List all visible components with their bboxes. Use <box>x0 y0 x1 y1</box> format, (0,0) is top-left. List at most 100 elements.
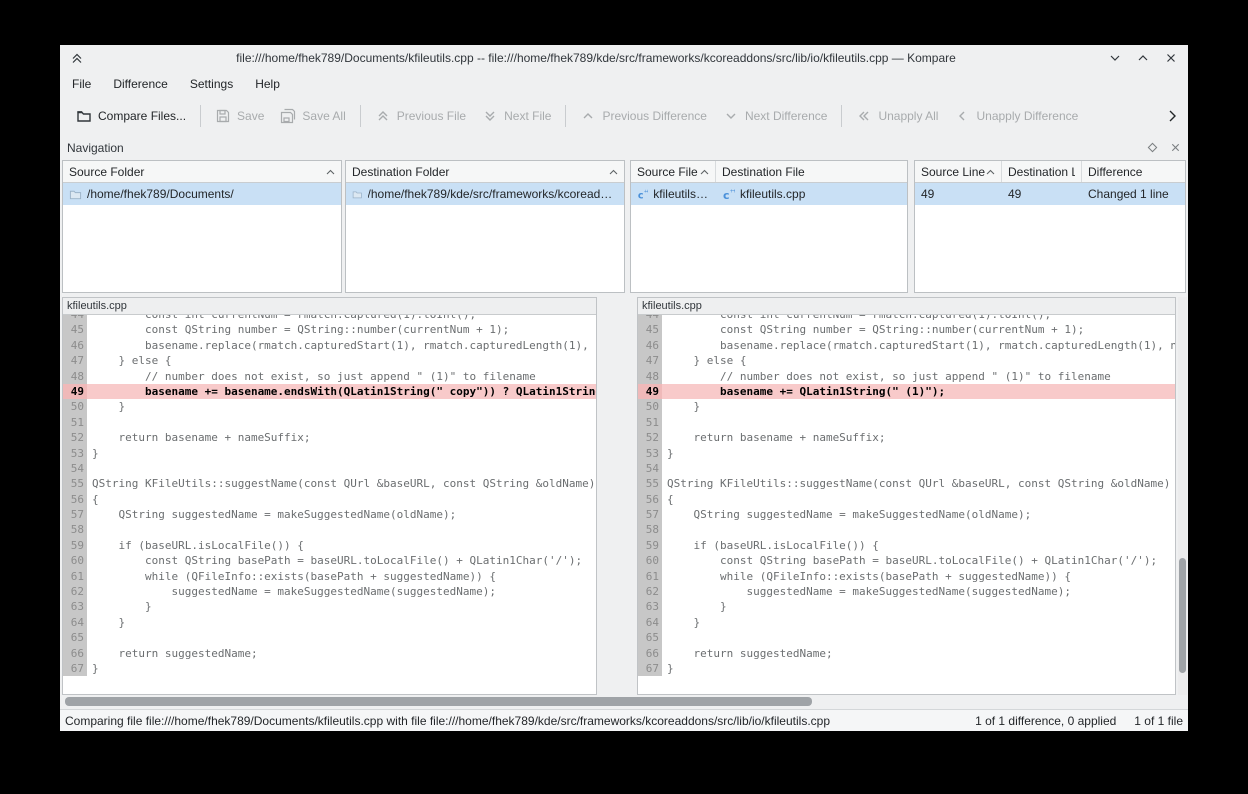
code-line: 58 <box>63 522 596 537</box>
previous-file-label: Previous File <box>397 109 466 123</box>
previous-file-button[interactable]: Previous File <box>367 101 474 131</box>
chevron-double-up-icon <box>375 108 391 124</box>
save-button[interactable]: Save <box>207 101 272 131</box>
line-text: } <box>662 399 1175 414</box>
destination-code-view[interactable]: 44 const int currentNum = rmatch.capture… <box>638 315 1175 694</box>
difference-column-header[interactable]: Difference <box>1082 161 1185 182</box>
line-number: 66 <box>63 646 87 661</box>
code-line: 61 while (QFileInfo::exists(basePath + s… <box>63 569 596 584</box>
line-number: 55 <box>638 476 662 491</box>
line-number: 54 <box>638 461 662 476</box>
code-line: 54 <box>63 461 596 476</box>
destination-folder-row[interactable]: /home/fhek789/kde/src/frameworks/kcoread… <box>346 183 624 205</box>
navigation-dock-header: Navigation <box>60 135 1188 160</box>
minimize-button[interactable] <box>1108 51 1122 65</box>
unapply-difference-button[interactable]: Unapply Difference <box>946 101 1086 131</box>
line-number: 59 <box>63 538 87 553</box>
menu-help[interactable]: Help <box>255 77 280 91</box>
line-text: QString suggestedName = makeSuggestedNam… <box>662 507 1175 522</box>
code-line: 59 if (baseURL.isLocalFile()) { <box>63 538 596 553</box>
line-number: 50 <box>63 399 87 414</box>
next-file-button[interactable]: Next File <box>474 101 559 131</box>
destination-panel-title: kfileutils.cpp <box>638 298 1175 315</box>
code-line: 47 } else { <box>638 353 1175 368</box>
line-number: 49 <box>63 384 87 399</box>
code-line: 53 } <box>63 446 596 461</box>
destination-diff-panel: kfileutils.cpp 44 const int currentNum =… <box>637 297 1176 695</box>
line-text: } <box>87 446 596 461</box>
line-text: const int currentNum = rmatch.captured(1… <box>87 315 596 322</box>
code-line: 54 <box>638 461 1175 476</box>
line-number: 67 <box>638 661 662 676</box>
code-line: 67 } <box>638 661 1175 676</box>
compare-files-button[interactable]: Compare Files... <box>68 101 194 131</box>
destination-file-column-header[interactable]: Destination File <box>716 161 907 182</box>
destination-line-header-label: Destination Line <box>1008 165 1075 179</box>
source-file-column-header[interactable]: Source File <box>631 161 716 182</box>
code-line: 65 <box>63 630 596 645</box>
files-table: Source File Destination File c ++ kfileu… <box>630 160 908 293</box>
files-row[interactable]: c ++ kfileutils.cpp c ++ kfileutils.cpp <box>631 183 907 205</box>
code-line: 57 QString suggestedName = makeSuggested… <box>63 507 596 522</box>
toolbar-separator <box>360 105 361 127</box>
line-text: } <box>87 615 596 630</box>
close-dock-icon[interactable] <box>1170 142 1181 153</box>
code-line: 53 } <box>638 446 1175 461</box>
destination-folder-column-header[interactable]: Destination Folder <box>346 161 624 182</box>
previous-difference-button[interactable]: Previous Difference <box>572 101 715 131</box>
save-icon <box>215 108 231 124</box>
line-number: 60 <box>63 553 87 568</box>
line-number: 47 <box>63 353 87 368</box>
line-text: } <box>87 599 596 614</box>
line-number: 64 <box>638 615 662 630</box>
line-text: return basename + nameSuffix; <box>662 430 1175 445</box>
unapply-difference-label: Unapply Difference <box>976 109 1078 123</box>
next-file-label: Next File <box>504 109 551 123</box>
line-number: 51 <box>63 415 87 430</box>
destination-folder-header-label: Destination Folder <box>352 165 609 179</box>
titlebar: file:///home/fhek789/Documents/kfileutil… <box>60 45 1188 71</box>
next-difference-button[interactable]: Next Difference <box>715 101 835 131</box>
source-line-column-header[interactable]: Source Line <box>915 161 1002 182</box>
code-line: 52 return basename + nameSuffix; <box>638 430 1175 445</box>
shade-icon[interactable] <box>70 51 84 65</box>
save-all-button[interactable]: Save All <box>272 101 353 131</box>
difference-row[interactable]: 49 49 Changed 1 line <box>915 183 1185 205</box>
folder-icon <box>69 188 82 201</box>
line-text: QString suggestedName = makeSuggestedNam… <box>87 507 596 522</box>
unapply-all-button[interactable]: Unapply All <box>848 101 946 131</box>
horizontal-scrollbar-thumb[interactable] <box>65 697 812 706</box>
source-code-view[interactable]: 44 const int currentNum = rmatch.capture… <box>63 315 596 694</box>
float-dock-icon[interactable] <box>1147 142 1158 153</box>
code-line: 45 const QString number = QString::numbe… <box>638 322 1175 337</box>
line-text: basename.replace(rmatch.capturedStart(1)… <box>662 338 1175 353</box>
vertical-scrollbar[interactable] <box>1178 297 1187 695</box>
line-text: // number does not exist, so just append… <box>662 369 1175 384</box>
line-number: 55 <box>63 476 87 491</box>
compare-files-label: Compare Files... <box>98 109 186 123</box>
close-button[interactable] <box>1164 51 1178 65</box>
window-title: file:///home/fhek789/Documents/kfileutil… <box>84 51 1108 65</box>
line-text: if (baseURL.isLocalFile()) { <box>662 538 1175 553</box>
line-number: 58 <box>63 522 87 537</box>
code-line: 66 return suggestedName; <box>63 646 596 661</box>
save-all-icon <box>280 108 296 124</box>
menu-file[interactable]: File <box>72 77 91 91</box>
menu-difference[interactable]: Difference <box>113 77 167 91</box>
navigation-dock-title: Navigation <box>67 141 1147 155</box>
toolbar-separator <box>565 105 566 127</box>
horizontal-scrollbar[interactable] <box>60 695 1188 709</box>
source-folder-column-header[interactable]: Source Folder <box>63 161 341 182</box>
destination-line-column-header[interactable]: Destination Line <box>1002 161 1082 182</box>
toolbar-overflow-button[interactable] <box>1164 108 1180 124</box>
line-number: 44 <box>638 315 662 322</box>
line-text <box>87 522 596 537</box>
source-folder-row[interactable]: /home/fhek789/Documents/ <box>63 183 341 205</box>
line-number: 44 <box>63 315 87 322</box>
menu-settings[interactable]: Settings <box>190 77 233 91</box>
line-text: suggestedName = makeSuggestedName(sugges… <box>662 584 1175 599</box>
status-message: Comparing file file:///home/fhek789/Docu… <box>65 714 957 728</box>
maximize-button[interactable] <box>1136 51 1150 65</box>
vertical-scrollbar-thumb[interactable] <box>1179 558 1186 673</box>
unapply-all-label: Unapply All <box>878 109 938 123</box>
